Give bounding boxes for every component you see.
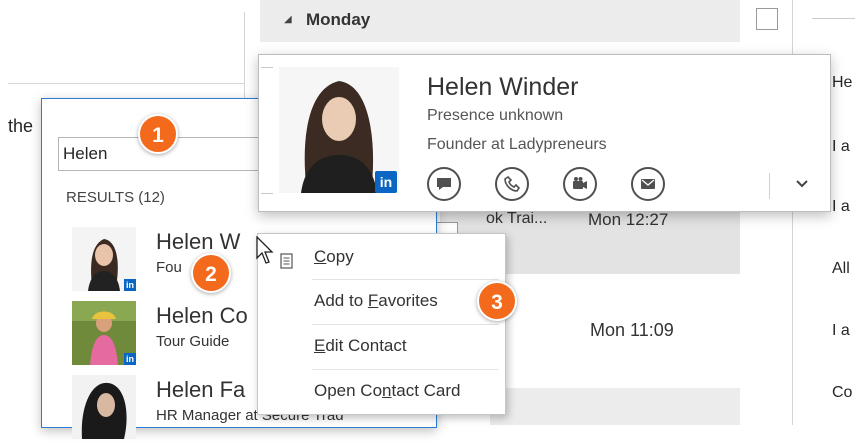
step-callout-1: 1 bbox=[138, 114, 178, 154]
email-icon bbox=[641, 179, 655, 189]
message-time: Mon 11:09 bbox=[590, 320, 674, 340]
collapse-caret-icon[interactable]: ◢ bbox=[284, 14, 292, 25]
message-time: Mon 12:27 bbox=[588, 210, 669, 229]
reading-pane-line: I a bbox=[832, 322, 850, 339]
message-checkbox[interactable] bbox=[756, 8, 778, 30]
presence-status: Presence unknown bbox=[427, 107, 564, 124]
card-corner-mark bbox=[261, 67, 273, 68]
step-callout-3: 3 bbox=[477, 281, 517, 321]
contact-title: Founder at Ladypreneurs bbox=[427, 136, 607, 153]
menu-item-edit-contact[interactable]: Edit Contact bbox=[258, 325, 505, 369]
context-menu: Copy Add to Favorites Edit Contact Open … bbox=[257, 233, 506, 415]
video-button[interactable] bbox=[563, 167, 597, 201]
menu-item-label: Copy bbox=[314, 247, 354, 266]
menu-item-add-to-favorites[interactable]: Add to Favorites bbox=[258, 280, 505, 324]
menu-item-copy[interactable]: Copy bbox=[258, 236, 505, 280]
linkedin-icon[interactable]: in bbox=[375, 171, 397, 193]
result-subtitle: Tour Guide bbox=[156, 333, 230, 350]
message-row[interactable] bbox=[490, 388, 740, 425]
reading-pane-line: He bbox=[832, 74, 853, 91]
reading-pane-rule bbox=[812, 18, 855, 19]
left-pane-divider bbox=[8, 83, 244, 84]
copy-icon bbox=[280, 253, 293, 269]
email-button[interactable] bbox=[631, 167, 665, 201]
message-subject: ok Trai... bbox=[486, 210, 548, 227]
contact-photo bbox=[72, 375, 136, 439]
contact-photo: in bbox=[72, 301, 136, 365]
expand-card-button[interactable] bbox=[791, 173, 813, 195]
reading-pane-line: I a bbox=[832, 138, 850, 155]
linkedin-icon: in bbox=[124, 279, 136, 291]
chat-button[interactable] bbox=[427, 167, 461, 201]
reading-pane-line: I a bbox=[832, 198, 850, 215]
chat-icon bbox=[437, 178, 451, 190]
menu-item-open-contact-card[interactable]: Open Contact Card bbox=[258, 370, 505, 414]
group-header-label: Monday bbox=[306, 10, 371, 29]
left-pane-text: the bbox=[8, 116, 34, 136]
results-label: RESULTS (12) bbox=[66, 189, 165, 206]
call-button[interactable] bbox=[495, 167, 529, 201]
contact-name: Helen Winder bbox=[427, 73, 579, 101]
chevron-down-icon bbox=[796, 180, 808, 188]
menu-item-label: Open Contact Card bbox=[314, 381, 461, 400]
menu-item-label: Edit Contact bbox=[314, 336, 407, 355]
card-corner-mark bbox=[261, 193, 273, 194]
menu-item-label: Add to Favorites bbox=[314, 291, 438, 310]
result-name: Helen Fa bbox=[156, 377, 246, 402]
mouse-cursor-icon bbox=[256, 236, 274, 264]
contact-photo: in bbox=[72, 227, 136, 291]
group-header-monday[interactable]: ◢ Monday bbox=[260, 0, 740, 42]
contact-actions bbox=[427, 167, 687, 201]
video-icon bbox=[573, 177, 587, 189]
phone-icon bbox=[504, 175, 521, 192]
contact-card: in Helen Winder Presence unknown Founder… bbox=[258, 54, 831, 212]
reading-pane-line: Co bbox=[832, 384, 853, 401]
linkedin-icon: in bbox=[124, 353, 136, 365]
result-name: Helen W bbox=[156, 229, 241, 254]
result-name: Helen Co bbox=[156, 303, 248, 328]
card-separator bbox=[769, 173, 770, 199]
reading-pane-line: All bbox=[832, 260, 850, 277]
step-callout-2: 2 bbox=[191, 253, 231, 293]
